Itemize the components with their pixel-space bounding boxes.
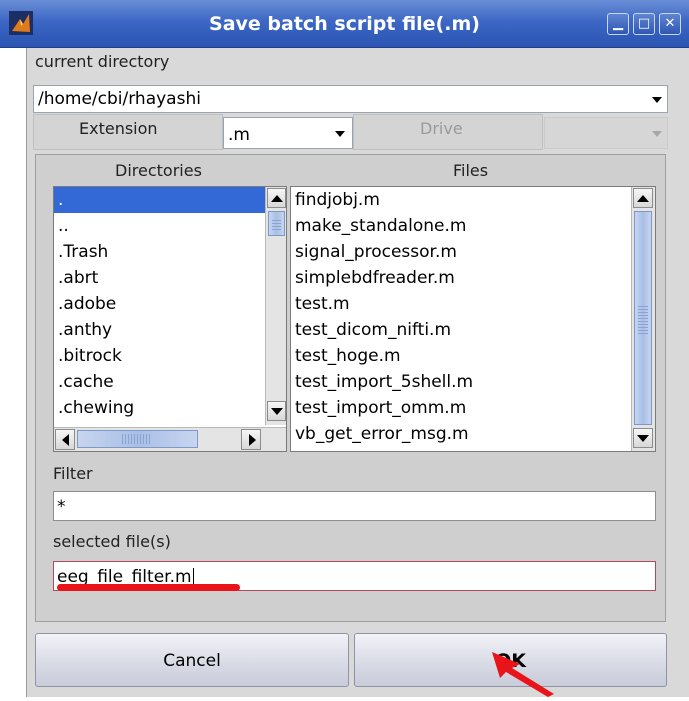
scroll-left-icon	[62, 434, 69, 446]
directory-item[interactable]: .Trash	[58, 239, 108, 265]
dropdown-arrow-icon	[652, 97, 662, 103]
drive-label: Drive	[420, 119, 463, 138]
directory-item[interactable]: .chewing	[58, 395, 134, 421]
files-label: Files	[453, 161, 489, 180]
filter-input[interactable]: *	[53, 491, 656, 521]
scroll-right-icon	[249, 434, 256, 446]
dropdown-arrow-icon	[335, 131, 345, 137]
current-directory-value: /home/cbi/rhayashi	[38, 89, 201, 109]
window-title: Save batch script file(.m)	[209, 13, 480, 35]
filter-label: Filter	[53, 464, 93, 483]
file-item[interactable]: test_dicom_nifti.m	[295, 317, 451, 343]
drive-label-box: Drive	[353, 114, 543, 150]
current-directory-dropdown[interactable]: /home/cbi/rhayashi	[33, 85, 668, 113]
annotation-underline	[57, 584, 240, 591]
dropdown-arrow-icon	[652, 131, 662, 137]
scroll-up-button[interactable]	[267, 188, 286, 208]
scroll-up-icon	[271, 195, 283, 202]
file-item[interactable]: make_standalone.m	[295, 213, 466, 239]
scroll-down-icon	[637, 435, 649, 442]
directory-item[interactable]: .bitrock	[58, 343, 122, 369]
directory-item[interactable]: .abrt	[58, 265, 98, 291]
extension-dropdown[interactable]: .m	[223, 117, 353, 149]
directories-label: Directories	[115, 161, 202, 180]
directory-selection-highlight	[54, 187, 265, 213]
scroll-thumb[interactable]	[634, 211, 652, 425]
close-icon[interactable]: ✕	[659, 13, 681, 35]
scroll-down-button[interactable]	[267, 401, 286, 421]
files-list[interactable]: findjobj.m make_standalone.m signal_proces…	[290, 186, 656, 452]
drive-dropdown[interactable]	[544, 117, 668, 149]
hscroll-thumb[interactable]	[77, 430, 198, 448]
extension-value: .m	[228, 125, 250, 145]
files-vscrollbar[interactable]	[631, 187, 655, 451]
scroll-left-button[interactable]	[55, 429, 75, 450]
file-item[interactable]: signal_processor.m	[295, 239, 457, 265]
directory-item[interactable]: .adobe	[58, 291, 116, 317]
selected-files-label: selected file(s)	[53, 532, 171, 551]
scroll-right-button[interactable]	[241, 429, 261, 450]
current-directory-label: current directory	[35, 52, 170, 71]
annotation-arrow-icon	[490, 650, 560, 697]
scroll-up-icon	[637, 195, 649, 202]
directories-vscrollbar[interactable]	[265, 187, 286, 425]
directories-list[interactable]: ... .Trash .abrt .adobe .anthy .bitrock .cache…	[53, 186, 287, 452]
extension-label: Extension	[79, 119, 158, 138]
cancel-button[interactable]: Cancel	[35, 633, 349, 687]
scroll-grip	[638, 304, 648, 334]
file-item[interactable]: test_import_omm.m	[295, 395, 466, 421]
scroll-grip	[272, 218, 281, 230]
file-item[interactable]: simplebdfreader.m	[295, 265, 455, 291]
directory-item[interactable]: .cache	[58, 369, 114, 395]
scroll-thumb[interactable]	[268, 211, 285, 236]
directory-item[interactable]: .	[58, 187, 63, 213]
file-item[interactable]: test_hoge.m	[295, 343, 401, 369]
file-item[interactable]: findjobj.m	[295, 187, 380, 213]
scroll-down-icon	[271, 408, 283, 415]
directory-item[interactable]: .anthy	[58, 317, 112, 343]
scroll-down-button[interactable]	[633, 428, 653, 448]
extension-label-box: Extension	[33, 114, 223, 150]
scroll-grip	[122, 434, 152, 444]
file-item[interactable]: test_import_5shell.m	[295, 369, 473, 395]
maximize-icon[interactable]: □	[633, 13, 655, 35]
file-item[interactable]: test.m	[295, 291, 350, 317]
directory-item[interactable]: ..	[58, 213, 69, 239]
scroll-up-button[interactable]	[633, 188, 653, 208]
minimize-icon[interactable]: ▁	[607, 13, 629, 35]
directories-hscrollbar[interactable]	[54, 427, 286, 451]
file-item[interactable]: vb_get_error_msg.m	[295, 421, 469, 447]
